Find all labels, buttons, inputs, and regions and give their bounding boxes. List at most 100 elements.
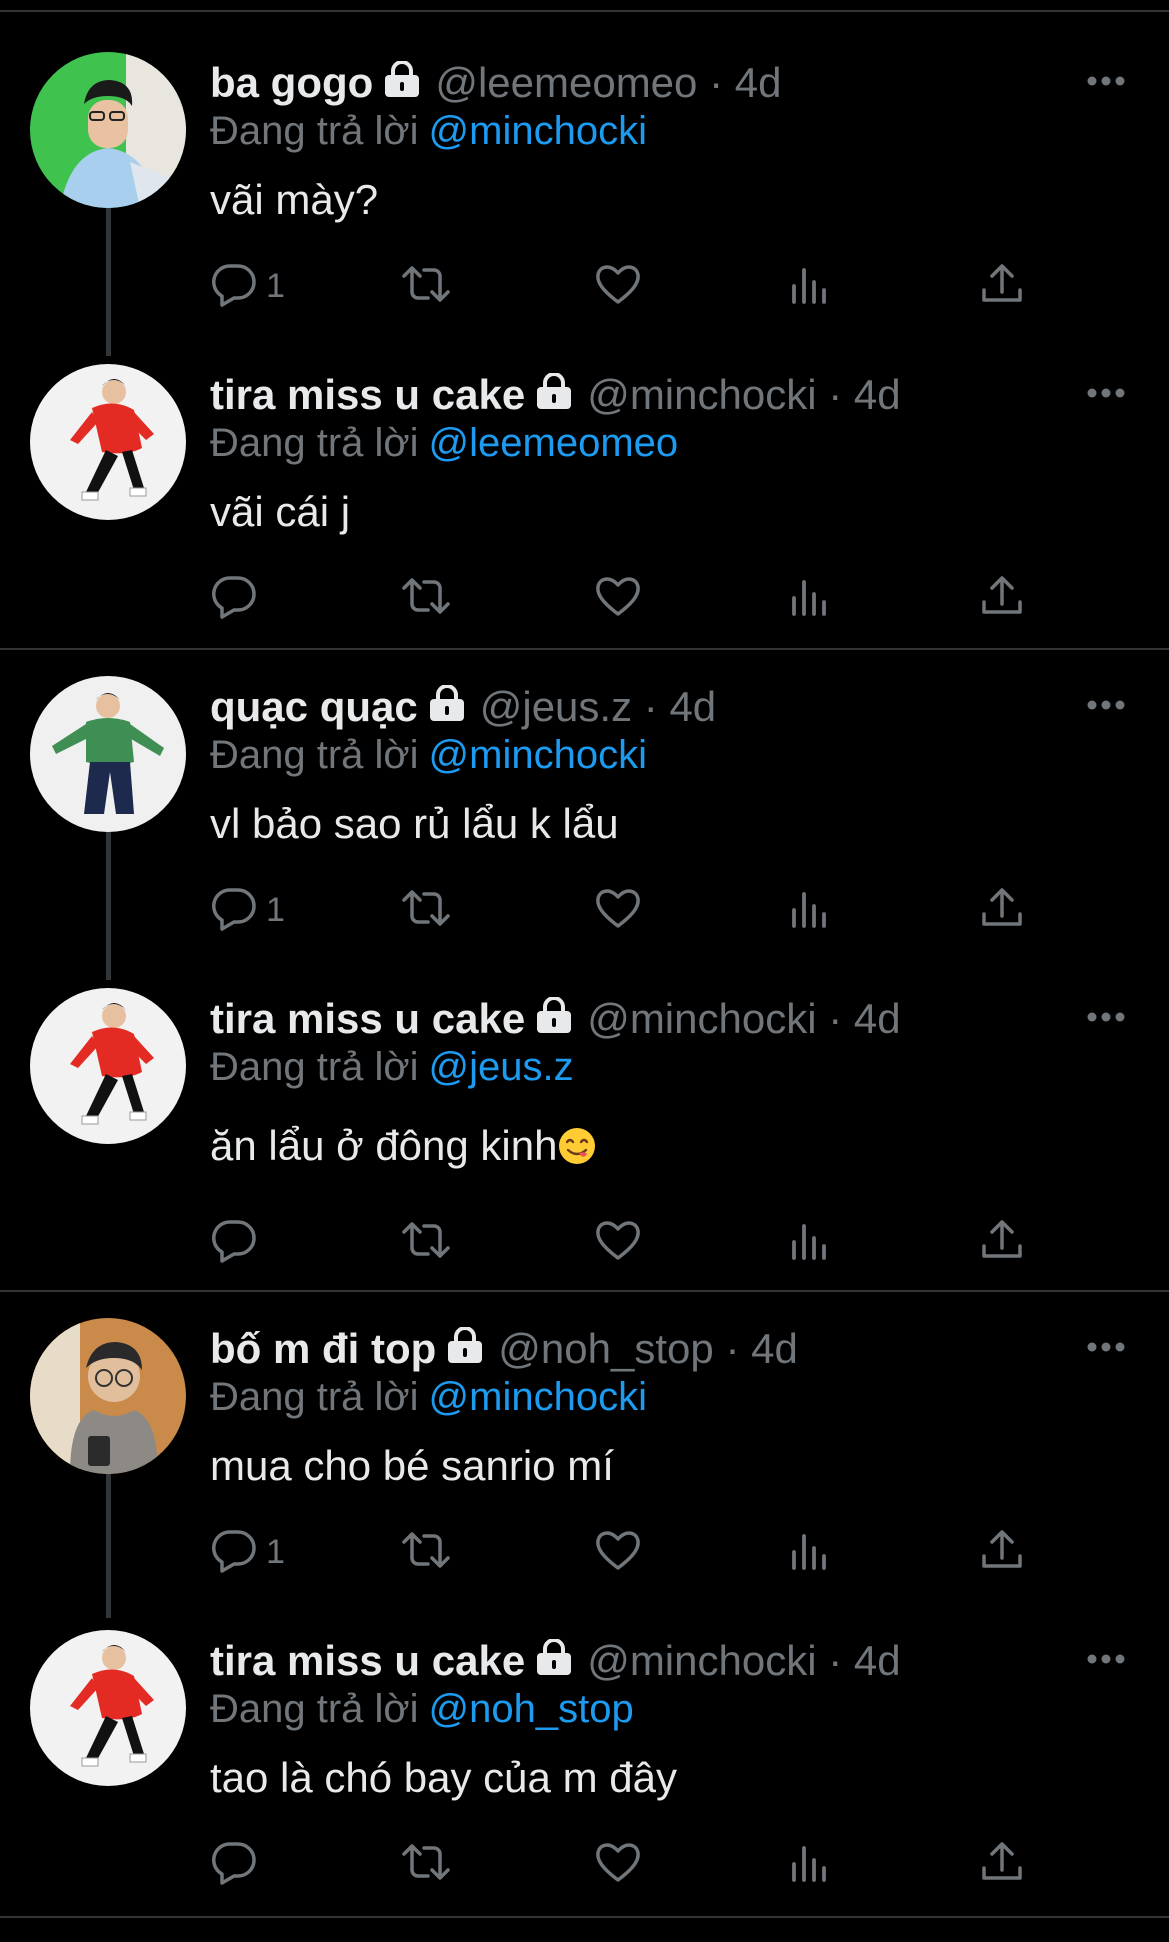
- timestamp[interactable]: 4d: [669, 683, 716, 730]
- tweet[interactable]: tira miss u cake @minchocki · 4d Đang trả…: [0, 988, 1169, 1300]
- more-icon[interactable]: [1086, 74, 1126, 88]
- replying-to-link[interactable]: @minchocki: [429, 1375, 647, 1419]
- reply-button[interactable]: [210, 572, 266, 624]
- display-name[interactable]: bố m đi top: [210, 1325, 436, 1372]
- avatar[interactable]: [30, 1318, 186, 1474]
- views-button[interactable]: [786, 1838, 834, 1890]
- avatar[interactable]: [30, 676, 186, 832]
- views-button[interactable]: [786, 884, 834, 936]
- like-button[interactable]: [594, 1216, 642, 1268]
- share-icon: [978, 260, 1026, 313]
- reply-button[interactable]: 1: [210, 1526, 285, 1578]
- replying-label: Đang trả lời: [210, 1375, 419, 1419]
- timestamp[interactable]: 4d: [854, 995, 901, 1042]
- more-icon[interactable]: [1086, 1340, 1126, 1354]
- handle[interactable]: @minchocki: [587, 995, 816, 1042]
- dot-separator: ·: [709, 59, 724, 106]
- retweet-button[interactable]: [402, 1838, 450, 1890]
- retweet-button[interactable]: [402, 1526, 450, 1578]
- like-button[interactable]: [594, 1838, 642, 1890]
- share-button[interactable]: [978, 1216, 1026, 1268]
- replying-to-link[interactable]: @leemeomeo: [429, 421, 679, 465]
- retweet-icon: [402, 884, 450, 937]
- reply-button[interactable]: 1: [210, 884, 285, 936]
- share-button[interactable]: [978, 572, 1026, 624]
- tweet-text: mua cho bé sanrio mí: [210, 1442, 614, 1489]
- retweet-button[interactable]: [402, 1216, 450, 1268]
- replying-to-link[interactable]: @minchocki: [429, 109, 647, 153]
- handle[interactable]: @minchocki: [587, 1637, 816, 1684]
- reply-count: 1: [266, 266, 285, 305]
- like-button[interactable]: [594, 572, 642, 624]
- reply-count: 1: [266, 1532, 285, 1571]
- dot-separator: ·: [828, 995, 843, 1042]
- display-name[interactable]: tira miss u cake: [210, 1637, 525, 1684]
- reply-button[interactable]: 1: [210, 260, 285, 312]
- more-icon[interactable]: [1086, 386, 1126, 400]
- display-name[interactable]: ba gogo: [210, 59, 373, 106]
- timestamp[interactable]: 4d: [854, 1637, 901, 1684]
- like-icon: [594, 1526, 642, 1579]
- tweet[interactable]: bố m đi top @noh_stop · 4d Đang trả lời @m…: [0, 1318, 1169, 1630]
- replying-to-link[interactable]: @minchocki: [429, 733, 647, 777]
- avatar[interactable]: [30, 52, 186, 208]
- share-button[interactable]: [978, 1526, 1026, 1578]
- display-name[interactable]: tira miss u cake: [210, 995, 525, 1042]
- display-name[interactable]: tira miss u cake: [210, 371, 525, 418]
- handle[interactable]: @jeus.z: [480, 683, 632, 730]
- handle[interactable]: @leemeomeo: [435, 59, 697, 106]
- face-savoring-food-icon: [557, 1126, 597, 1166]
- views-button[interactable]: [786, 1216, 834, 1268]
- handle[interactable]: @noh_stop: [498, 1325, 713, 1372]
- tweet-header: ba gogo @leemeomeo · 4d: [210, 58, 781, 110]
- tweet[interactable]: tira miss u cake @minchocki · 4d Đang trả…: [0, 1630, 1169, 1942]
- dot-separator: ·: [828, 1637, 843, 1684]
- share-icon: [978, 572, 1026, 625]
- reply-icon: [210, 1216, 258, 1269]
- replying-to-link[interactable]: @jeus.z: [429, 1045, 574, 1089]
- views-icon: [786, 1216, 834, 1269]
- tweet[interactable]: quạc quạc @jeus.z · 4d Đang trả lời @minch…: [0, 676, 1169, 988]
- tweet-text: tao là chó bay của m đây: [210, 1754, 677, 1801]
- retweet-button[interactable]: [402, 260, 450, 312]
- views-icon: [786, 572, 834, 625]
- replying-to: Đang trả lời @noh_stop: [210, 1684, 634, 1734]
- replying-to: Đang trả lời @jeus.z: [210, 1042, 574, 1092]
- views-icon: [786, 260, 834, 313]
- timestamp[interactable]: 4d: [735, 59, 782, 106]
- like-button[interactable]: [594, 884, 642, 936]
- like-icon: [594, 1216, 642, 1269]
- reply-button[interactable]: [210, 1216, 266, 1268]
- display-name[interactable]: quạc quạc: [210, 683, 418, 730]
- tweet[interactable]: tira miss u cake @minchocki · 4d Đang trả…: [0, 364, 1169, 676]
- more-icon[interactable]: [1086, 1652, 1126, 1666]
- share-button[interactable]: [978, 884, 1026, 936]
- replying-label: Đang trả lời: [210, 421, 419, 465]
- views-button[interactable]: [786, 1526, 834, 1578]
- handle[interactable]: @minchocki: [587, 371, 816, 418]
- top-divider: [0, 0, 1169, 12]
- reply-button[interactable]: [210, 1838, 266, 1890]
- action-bar: [210, 1216, 1040, 1268]
- like-button[interactable]: [594, 260, 642, 312]
- retweet-button[interactable]: [402, 572, 450, 624]
- avatar[interactable]: [30, 364, 186, 520]
- avatar[interactable]: [30, 988, 186, 1144]
- views-button[interactable]: [786, 572, 834, 624]
- share-button[interactable]: [978, 1838, 1026, 1890]
- retweet-button[interactable]: [402, 884, 450, 936]
- timestamp[interactable]: 4d: [854, 371, 901, 418]
- action-bar: [210, 1838, 1040, 1890]
- tweet[interactable]: ba gogo @leemeomeo · 4d Đang trả lời @minc…: [0, 52, 1169, 364]
- share-button[interactable]: [978, 260, 1026, 312]
- dot-separator: ·: [725, 1325, 740, 1372]
- replying-to-link[interactable]: @noh_stop: [429, 1687, 634, 1731]
- more-icon[interactable]: [1086, 1010, 1126, 1024]
- reply-icon: [210, 1526, 258, 1579]
- avatar[interactable]: [30, 1630, 186, 1786]
- timestamp[interactable]: 4d: [751, 1325, 798, 1372]
- like-button[interactable]: [594, 1526, 642, 1578]
- views-button[interactable]: [786, 260, 834, 312]
- more-icon[interactable]: [1086, 698, 1126, 712]
- share-icon: [978, 884, 1026, 937]
